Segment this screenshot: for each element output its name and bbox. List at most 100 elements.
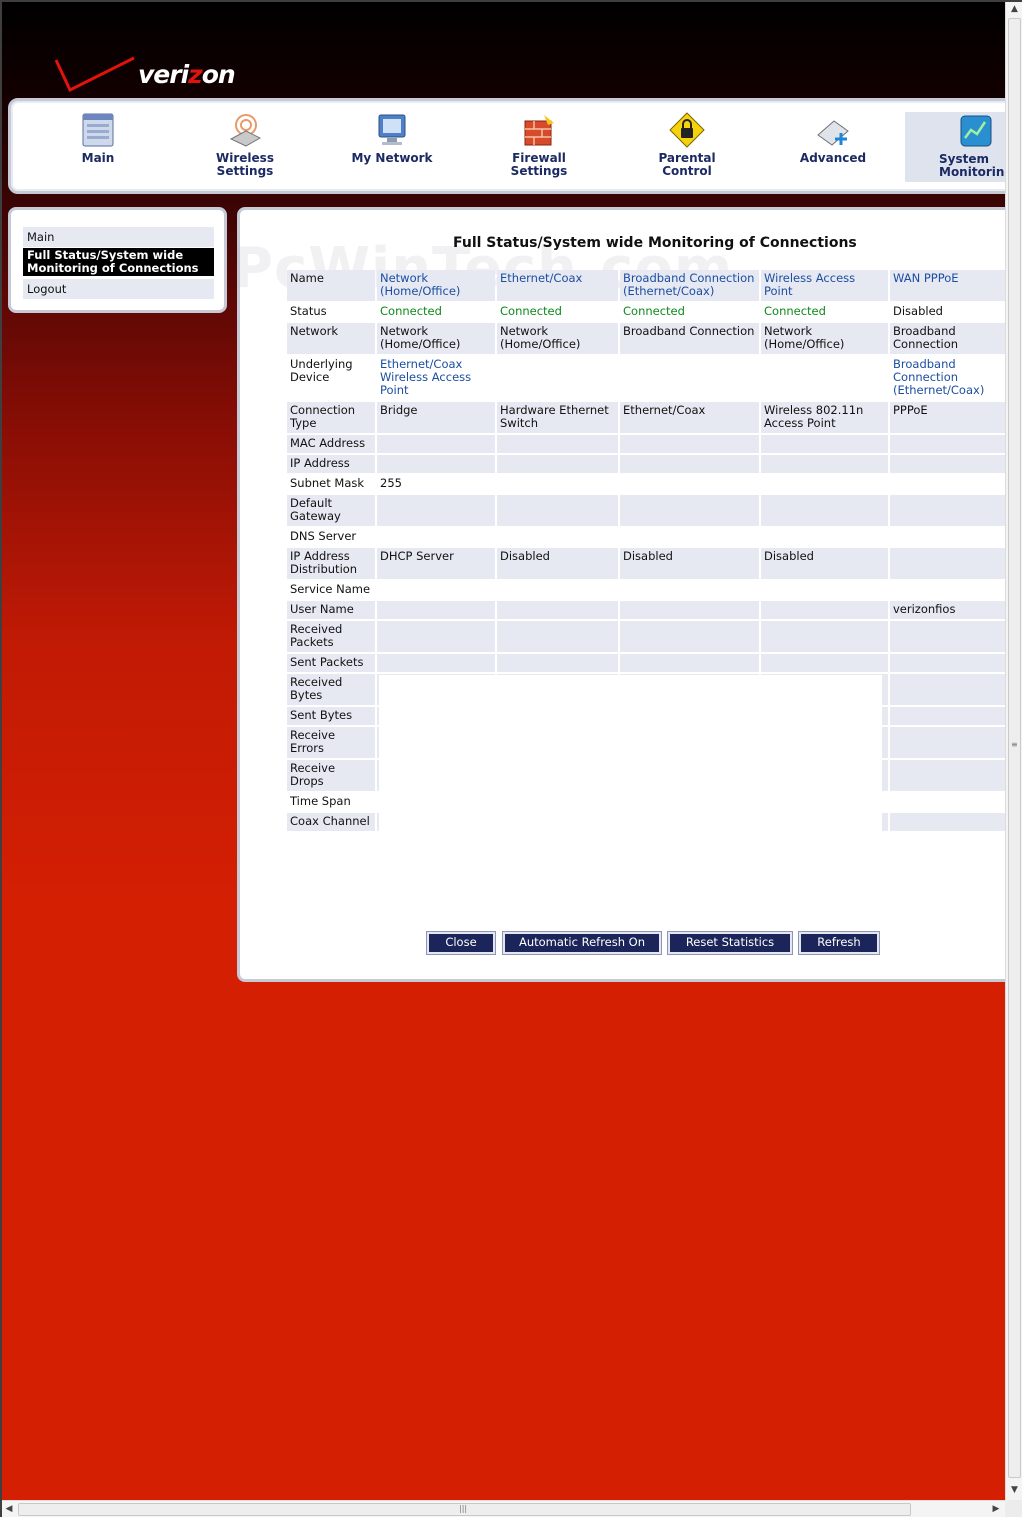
table-cell xyxy=(761,455,888,473)
table-cell[interactable]: Network (Home/Office) xyxy=(377,270,495,301)
sidebar-item-main[interactable]: Main xyxy=(23,227,214,247)
table-cell: Wireless 802.11n Access Point xyxy=(761,402,888,433)
table-cell xyxy=(620,581,759,599)
table-cell xyxy=(890,793,1010,811)
table-cell xyxy=(761,528,888,546)
scroll-down-arrow-icon[interactable]: ▼ xyxy=(1009,1484,1020,1496)
table-cell xyxy=(890,674,1010,705)
table-row: Name Network (Home/Office) Ethernet/Coax Br… xyxy=(287,270,1010,301)
table-cell: verizonfios xyxy=(890,601,1010,619)
scroll-right-arrow-icon[interactable]: ▶ xyxy=(990,1504,1002,1515)
table-cell xyxy=(890,760,1010,791)
horizontal-scrollbar[interactable]: ◀ ||| ▶ xyxy=(0,1500,1005,1517)
nav-advanced[interactable]: Advanced xyxy=(773,111,893,183)
table-cell xyxy=(620,495,759,526)
sidebar-item-full-status[interactable]: Full Status/System wide Monitoring of Co… xyxy=(23,248,214,276)
table-cell xyxy=(497,601,618,619)
table-cell xyxy=(890,707,1010,725)
row-label: Name xyxy=(287,270,375,301)
table-cell: Disabled xyxy=(497,548,618,579)
table-cell: Network (Home/Office) xyxy=(377,323,495,354)
nav-my-network[interactable]: My Network xyxy=(332,111,452,183)
table-row: User Name verizonfios xyxy=(287,601,1010,619)
redacted-statistics-area xyxy=(379,675,882,912)
scroll-up-arrow-icon[interactable]: ▲ xyxy=(1009,3,1020,15)
firewall-icon xyxy=(524,115,554,146)
nav-wireless-settings[interactable]: Wireless Settings xyxy=(185,111,305,183)
table-cell xyxy=(620,621,759,652)
row-label: DNS Server xyxy=(287,528,375,546)
table-cell xyxy=(890,813,1010,831)
top-navigation: Main Wireless Settings My Network Firewa… xyxy=(8,98,1022,194)
sidebar: Main Full Status/System wide Monitoring … xyxy=(8,207,227,313)
padlock-warning-icon xyxy=(669,112,705,148)
table-cell xyxy=(377,528,495,546)
wireless-router-icon xyxy=(229,114,262,147)
table-cell: Broadband Connection xyxy=(890,323,1010,354)
table-cell xyxy=(761,601,888,619)
table-cell[interactable]: Ethernet/Coax Wireless Access Point xyxy=(377,356,495,400)
advanced-settings-icon xyxy=(817,120,849,146)
nav-parental-control[interactable]: Parental Control xyxy=(627,111,747,183)
table-row: DNS Server xyxy=(287,528,1010,546)
table-cell xyxy=(620,654,759,672)
reset-statistics-button[interactable]: Reset Statistics xyxy=(668,932,792,954)
row-label: Underlying Device xyxy=(287,356,375,400)
table-cell xyxy=(890,455,1010,473)
table-cell xyxy=(497,475,618,493)
row-label: MAC Address xyxy=(287,435,375,453)
row-label: Receive Errors xyxy=(287,727,375,758)
table-cell[interactable]: Wireless Access Point xyxy=(761,270,888,301)
table-cell xyxy=(761,621,888,652)
table-cell: DHCP Server xyxy=(377,548,495,579)
row-label: Received Bytes xyxy=(287,674,375,705)
page-title: Full Status/System wide Monitoring of Co… xyxy=(453,235,857,251)
vertical-scrollbar[interactable]: ▲ ≡ ▼ xyxy=(1005,0,1022,1500)
table-row: Received Packets xyxy=(287,621,1010,652)
table-row: Default Gateway xyxy=(287,495,1010,526)
table-row: Status Connected Connected Connected Connect… xyxy=(287,303,1010,321)
refresh-button[interactable]: Refresh xyxy=(799,932,879,954)
table-cell xyxy=(620,601,759,619)
table-cell: Broadband Connection xyxy=(620,323,759,354)
scrollbar-corner xyxy=(1005,1500,1022,1517)
table-cell xyxy=(377,435,495,453)
table-cell xyxy=(620,528,759,546)
table-cell xyxy=(761,435,888,453)
table-cell xyxy=(497,654,618,672)
table-cell xyxy=(377,621,495,652)
table-cell: Network (Home/Office) xyxy=(497,323,618,354)
table-row: Subnet Mask 255 xyxy=(287,475,1010,493)
row-label: Status xyxy=(287,303,375,321)
sidebar-item-logout[interactable]: Logout xyxy=(23,279,214,299)
table-cell xyxy=(497,581,618,599)
table-cell[interactable]: Broadband Connection (Ethernet/Coax) xyxy=(620,270,759,301)
table-cell[interactable]: WAN PPPoE xyxy=(890,270,1010,301)
table-cell xyxy=(497,435,618,453)
scroll-grip-icon: ≡ xyxy=(1011,740,1018,749)
row-label: User Name xyxy=(287,601,375,619)
table-cell: Disabled xyxy=(761,548,888,579)
table-cell xyxy=(890,475,1010,493)
nav-main[interactable]: Main xyxy=(38,111,158,183)
row-label: Subnet Mask xyxy=(287,475,375,493)
table-cell: Connected xyxy=(497,303,618,321)
automatic-refresh-button[interactable]: Automatic Refresh On xyxy=(503,932,661,954)
table-cell xyxy=(890,581,1010,599)
row-label: IP Address xyxy=(287,455,375,473)
network-computers-icon xyxy=(378,114,406,145)
row-label[interactable]: IP Address Distribution xyxy=(287,548,375,579)
table-cell xyxy=(377,455,495,473)
table-cell xyxy=(890,495,1010,526)
nav-firewall-settings[interactable]: Firewall Settings xyxy=(479,111,599,183)
table-cell xyxy=(761,356,888,400)
table-cell[interactable]: Broadband Connection (Ethernet/Coax) xyxy=(890,356,1010,400)
table-cell xyxy=(620,356,759,400)
table-row: Sent Packets xyxy=(287,654,1010,672)
table-cell xyxy=(890,435,1010,453)
table-cell[interactable]: Ethernet/Coax xyxy=(497,270,618,301)
logo-wordmark: verizon xyxy=(138,60,236,89)
close-button[interactable]: Close xyxy=(427,932,495,954)
scroll-left-arrow-icon[interactable]: ◀ xyxy=(3,1504,15,1515)
verizon-check-icon xyxy=(54,56,135,93)
